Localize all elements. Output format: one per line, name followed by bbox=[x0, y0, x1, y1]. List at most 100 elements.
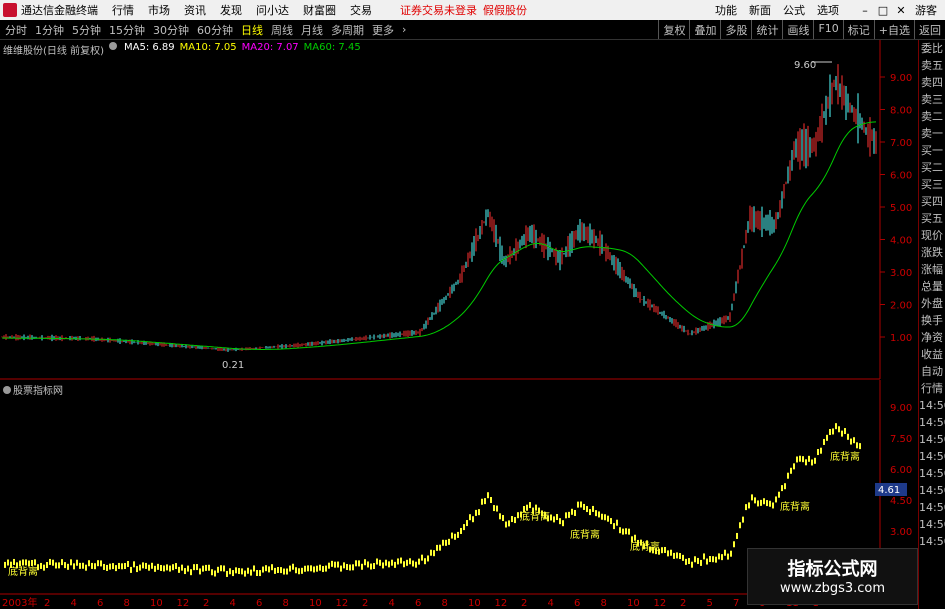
menu-item-quotes[interactable]: 行情 bbox=[112, 2, 134, 18]
login-warning[interactable]: 证券交易未登录 bbox=[400, 2, 477, 18]
add-watchlist-button[interactable]: +自选 bbox=[873, 20, 914, 39]
indicator-bar bbox=[292, 563, 294, 570]
tab-intraday[interactable]: 分时 bbox=[5, 22, 30, 38]
indicator-bar bbox=[820, 447, 822, 454]
indicator-bar bbox=[340, 565, 342, 572]
side-panel-item[interactable]: 买三 bbox=[919, 176, 945, 193]
month-tick-label: 8 bbox=[442, 598, 448, 609]
side-panel-item[interactable]: 净资 bbox=[919, 329, 945, 346]
stock-warning[interactable]: 假假股份 bbox=[483, 2, 527, 18]
tab-5min[interactable]: 5分钟 bbox=[72, 22, 104, 38]
side-panel-item[interactable]: 卖四 bbox=[919, 74, 945, 91]
indicator-bar bbox=[850, 438, 852, 445]
side-panel-item[interactable]: 14:50 bbox=[919, 448, 945, 465]
side-panel-item[interactable]: 外盘 bbox=[919, 295, 945, 312]
side-panel-item[interactable]: 14:50 bbox=[919, 499, 945, 516]
menu-new-page[interactable]: 新面 bbox=[749, 2, 771, 18]
menu-item-wealth[interactable]: 财富圈 bbox=[303, 2, 336, 18]
side-panel-item[interactable]: 卖二 bbox=[919, 108, 945, 125]
close-icon[interactable]: ✕ bbox=[893, 4, 909, 17]
menu-options[interactable]: 选项 bbox=[817, 2, 839, 18]
indicator-bar bbox=[61, 559, 63, 566]
indicator-bar bbox=[367, 561, 369, 568]
indicator-bar bbox=[226, 570, 228, 577]
side-panel-item[interactable]: 买四 bbox=[919, 193, 945, 210]
indicator-bar bbox=[625, 528, 627, 535]
mark-button[interactable]: 标记 bbox=[842, 20, 874, 39]
side-panel-item[interactable]: 14:50 bbox=[919, 482, 945, 499]
month-tick-label: 12 bbox=[654, 598, 667, 609]
side-panel-item[interactable]: 卖五 bbox=[919, 57, 945, 74]
side-panel-item[interactable]: 委比 bbox=[919, 40, 945, 57]
side-panel-item[interactable]: 现价 bbox=[919, 227, 945, 244]
statistics-button[interactable]: 统计 bbox=[751, 20, 782, 39]
menu-item-trade[interactable]: 交易 bbox=[350, 2, 372, 18]
side-panel-item[interactable]: 14:50 bbox=[919, 533, 945, 550]
side-panel-item[interactable]: 卖一 bbox=[919, 125, 945, 142]
indicator-bar bbox=[670, 549, 672, 556]
tab-60min[interactable]: 60分钟 bbox=[197, 22, 236, 38]
tab-daily[interactable]: 日线 bbox=[241, 22, 266, 38]
divergence-label: 底背离 bbox=[630, 540, 660, 553]
back-button[interactable]: 返回 bbox=[914, 20, 945, 39]
side-panel-item[interactable]: 卖三 bbox=[919, 91, 945, 108]
side-panel-item[interactable]: 14:50 bbox=[919, 465, 945, 482]
indicator-bar bbox=[370, 563, 372, 570]
restore-rights-button[interactable]: 复权 bbox=[658, 20, 689, 39]
side-panel-item[interactable]: 买二 bbox=[919, 159, 945, 176]
tab-1min[interactable]: 1分钟 bbox=[35, 22, 67, 38]
chevron-right-icon[interactable]: › bbox=[402, 23, 409, 36]
indicator-bar bbox=[817, 449, 819, 456]
side-panel-item[interactable]: 收益 bbox=[919, 346, 945, 363]
side-panel-item[interactable]: 总量 bbox=[919, 278, 945, 295]
indicator-bar bbox=[628, 528, 630, 535]
side-panel-item[interactable]: 换手 bbox=[919, 312, 945, 329]
indicator-bar bbox=[745, 504, 747, 511]
tab-more[interactable]: 更多 bbox=[372, 22, 397, 38]
indicator-bar bbox=[577, 501, 579, 508]
tab-30min[interactable]: 30分钟 bbox=[153, 22, 192, 38]
watermark-banner: 指标公式网 www.zbgs3.com bbox=[747, 548, 918, 605]
side-panel-item[interactable]: 14:50 bbox=[919, 431, 945, 448]
draw-line-button[interactable]: 画线 bbox=[782, 20, 813, 39]
indicator-bar bbox=[442, 539, 444, 546]
indicator-bar bbox=[598, 511, 600, 518]
month-tick-label: 4 bbox=[230, 598, 236, 609]
user-label[interactable]: 游客 bbox=[915, 2, 937, 18]
side-panel-item[interactable]: 涨幅 bbox=[919, 261, 945, 278]
side-panel-item[interactable]: 买一 bbox=[919, 142, 945, 159]
multi-stock-button[interactable]: 多股 bbox=[720, 20, 751, 39]
side-panel-item[interactable]: 14:50 bbox=[919, 516, 945, 533]
side-panel-item[interactable]: 行情 bbox=[919, 380, 945, 397]
indicator-bar bbox=[232, 570, 234, 577]
menu-formula[interactable]: 公式 bbox=[783, 2, 805, 18]
f10-button[interactable]: F10 bbox=[813, 20, 842, 39]
side-panel-item[interactable]: 自动 bbox=[919, 363, 945, 380]
side-panel-item[interactable]: 14:50 bbox=[919, 397, 945, 414]
indicator-bar bbox=[289, 565, 291, 572]
indicator-bar bbox=[838, 426, 840, 433]
indicator-bar bbox=[814, 457, 816, 464]
menu-item-discover[interactable]: 发现 bbox=[220, 2, 242, 18]
menu-item-news[interactable]: 资讯 bbox=[184, 2, 206, 18]
menu-function[interactable]: 功能 bbox=[715, 2, 737, 18]
tab-multi-period[interactable]: 多周期 bbox=[331, 22, 367, 38]
indicator-bar bbox=[616, 519, 618, 526]
minimize-icon[interactable]: – bbox=[857, 4, 873, 17]
indicator-bar bbox=[376, 558, 378, 565]
side-panel-item[interactable]: 14:50 bbox=[919, 414, 945, 431]
side-panel-item[interactable]: 涨跌 bbox=[919, 244, 945, 261]
indicator-bar bbox=[313, 566, 315, 573]
tab-weekly[interactable]: 周线 bbox=[271, 22, 296, 38]
restore-icon[interactable]: □ bbox=[875, 4, 891, 17]
price-chart[interactable]: 9.60 0.21 9.008.007.006.005.004.003.002.… bbox=[0, 40, 918, 380]
tab-15min[interactable]: 15分钟 bbox=[109, 22, 148, 38]
price-tick-label: 2.00 bbox=[890, 301, 912, 312]
side-panel-item[interactable]: 买五 bbox=[919, 210, 945, 227]
menu-item-ask[interactable]: 问小达 bbox=[256, 2, 289, 18]
indicator-bar bbox=[448, 538, 450, 545]
indicator-bar bbox=[31, 559, 33, 566]
menu-item-market[interactable]: 市场 bbox=[148, 2, 170, 18]
tab-monthly[interactable]: 月线 bbox=[301, 22, 326, 38]
overlay-button[interactable]: 叠加 bbox=[689, 20, 720, 39]
